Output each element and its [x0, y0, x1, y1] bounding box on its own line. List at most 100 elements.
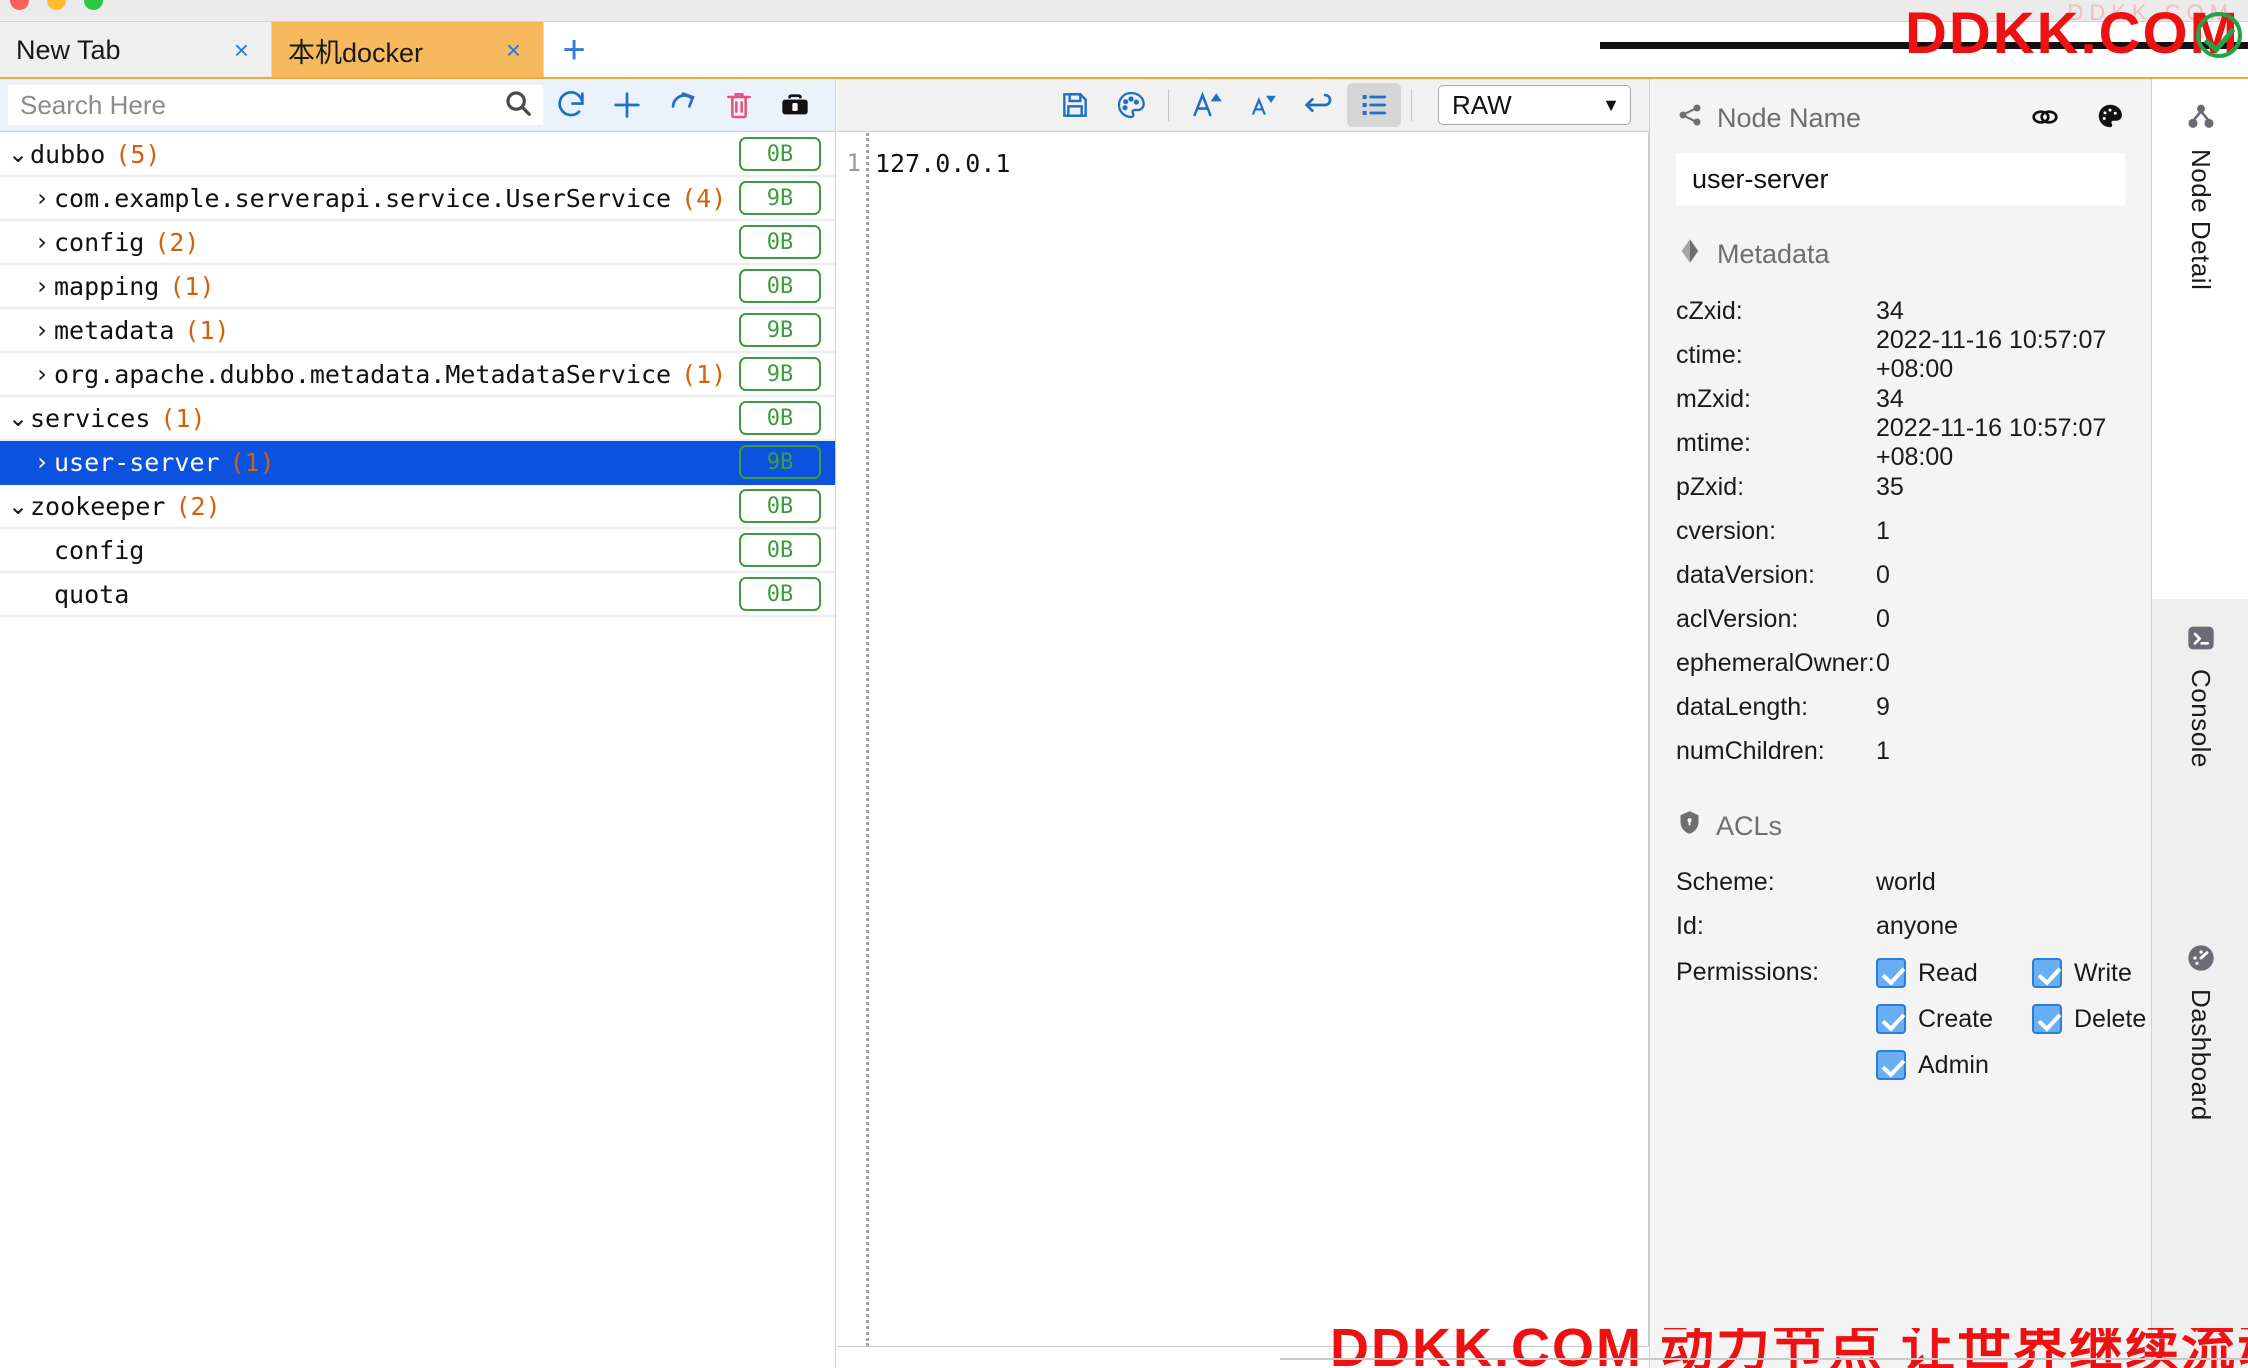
tree-toolbar	[0, 79, 835, 132]
size-badge: 9B	[739, 357, 821, 391]
tree-node-label: services	[30, 403, 151, 433]
chevron-right-icon[interactable]: ›	[30, 448, 54, 476]
redo-icon[interactable]	[655, 83, 711, 127]
link-icon[interactable]	[2029, 101, 2061, 138]
tree-row-selected[interactable]: › user-server (1) 9B	[0, 441, 835, 485]
line-number: 1	[846, 149, 861, 177]
side-tab-console[interactable]: Console	[2152, 599, 2248, 919]
checkbox-checked-icon[interactable]	[2032, 1004, 2062, 1034]
tree-row[interactable]: ⌄ zookeeper (2) 0B	[0, 485, 835, 529]
acl-row: Scheme: world	[1676, 860, 2125, 904]
format-select[interactable]: RAW ▼	[1438, 85, 1631, 125]
metadata-row: dataLength: 9	[1676, 685, 2125, 729]
shield-lock-icon	[1676, 809, 1703, 843]
tree-node-count: (2)	[154, 227, 200, 257]
checkbox-checked-icon[interactable]	[1876, 1004, 1906, 1034]
node-detail-actions	[2029, 101, 2125, 138]
metadata-row: aclVersion: 0	[1676, 597, 2125, 641]
tree-row[interactable]: › metadata (1) 9B	[0, 309, 835, 353]
toolbox-icon[interactable]	[767, 83, 823, 127]
tree-node-label: user-server	[54, 447, 220, 477]
checkbox-checked-icon[interactable]	[1876, 1050, 1906, 1080]
close-icon[interactable]: ×	[234, 35, 249, 66]
palette-icon[interactable]	[2095, 101, 2125, 138]
tree-row[interactable]: › com.example.serverapi.service.UserServ…	[0, 177, 835, 221]
new-tab-button[interactable]: +	[544, 22, 604, 78]
chevron-down-icon[interactable]: ⌄	[6, 404, 30, 432]
close-icon[interactable]: ×	[506, 35, 521, 66]
font-decrease-icon[interactable]	[1235, 83, 1289, 127]
tree-row[interactable]: ⌄ dubbo (5) 0B	[0, 133, 835, 177]
palette-icon[interactable]	[1104, 83, 1158, 127]
chevron-right-icon[interactable]: ›	[30, 316, 54, 344]
node-tree-icon	[2184, 101, 2218, 135]
refresh-icon[interactable]	[543, 83, 599, 127]
chevron-right-icon[interactable]: ›	[30, 184, 54, 212]
chevron-down-icon[interactable]: ⌄	[6, 140, 30, 168]
font-increase-icon[interactable]	[1179, 83, 1233, 127]
metadata-value: 0	[1876, 648, 1890, 677]
tree-row[interactable]: › mapping (1) 0B	[0, 265, 835, 309]
add-icon[interactable]	[599, 83, 655, 127]
tree-row[interactable]: › config (2) 0B	[0, 221, 835, 265]
editor-body[interactable]: 1 127.0.0.1	[837, 133, 1649, 1347]
tree-node-label: quota	[54, 579, 130, 609]
delete-icon[interactable]	[711, 83, 767, 127]
search-icon[interactable]	[503, 88, 533, 123]
size-badge: 0B	[739, 401, 821, 435]
permission-create[interactable]: Create	[1876, 998, 2026, 1040]
tree-row[interactable]: › quota 0B	[0, 573, 835, 617]
dashboard-icon	[2184, 941, 2218, 975]
side-tab-node-detail[interactable]: Node Detail	[2152, 79, 2248, 599]
metadata-row: numChildren: 1	[1676, 729, 2125, 773]
save-icon[interactable]	[1048, 83, 1102, 127]
wrap-line-icon[interactable]	[1291, 83, 1345, 127]
tree-node-count: (1)	[681, 359, 727, 389]
tab-local-docker[interactable]: 本机docker ×	[272, 22, 544, 78]
metadata-value: 0	[1876, 560, 1890, 589]
metadata-value: 9	[1876, 692, 1890, 721]
size-badge: 9B	[739, 181, 821, 215]
search-input[interactable]	[20, 89, 503, 121]
checkbox-checked-icon[interactable]	[1876, 958, 1906, 988]
tree-row[interactable]: › config 0B	[0, 529, 835, 573]
tab-new-tab[interactable]: New Tab ×	[0, 22, 272, 78]
metadata-value: 34	[1876, 384, 1904, 413]
search-box[interactable]	[8, 85, 543, 125]
permission-label: Delete	[2074, 1004, 2147, 1033]
node-name-input[interactable]	[1676, 153, 2125, 205]
tree-node-count: (1)	[229, 447, 275, 477]
chevron-right-icon[interactable]: ›	[30, 360, 54, 388]
side-tab-dashboard[interactable]: Dashboard	[2152, 919, 2248, 1299]
tree-row[interactable]: ⌄ services (1) 0B	[0, 397, 835, 441]
chevron-right-icon[interactable]: ›	[30, 272, 54, 300]
permission-label: Admin	[1918, 1050, 1989, 1079]
close-window-button[interactable]	[10, 0, 29, 10]
editor-panel: RAW ▼ 1 127.0.0.1	[837, 79, 1649, 1368]
format-select-value: RAW	[1452, 89, 1512, 120]
chevron-right-icon[interactable]: ›	[30, 228, 54, 256]
acl-value: anyone	[1876, 911, 1959, 940]
tree-row[interactable]: › org.apache.dubbo.metadata.MetadataServ…	[0, 353, 835, 397]
permission-label: Create	[1918, 1004, 1994, 1033]
maximize-window-button[interactable]	[84, 0, 103, 10]
tab-label: 本机docker	[288, 37, 424, 68]
console-icon	[2184, 621, 2218, 655]
permission-admin[interactable]: Admin	[1876, 1044, 2026, 1086]
format-list-icon[interactable]	[1347, 83, 1401, 127]
size-badge: 0B	[739, 137, 821, 171]
permission-read[interactable]: Read	[1876, 952, 2026, 994]
tree-node-label: org.apache.dubbo.metadata.MetadataServic…	[54, 359, 672, 389]
tree-node-count: (5)	[115, 139, 161, 169]
metadata-value: 0	[1876, 604, 1890, 633]
chevron-down-icon[interactable]: ⌄	[6, 492, 30, 520]
size-badge: 9B	[739, 313, 821, 347]
minimize-window-button[interactable]	[47, 0, 66, 10]
metadata-value: 35	[1876, 472, 1904, 501]
size-badge: 0B	[739, 533, 821, 567]
metadata-key: mtime:	[1676, 428, 1751, 457]
tree-node-count: (1)	[169, 271, 215, 301]
checkbox-checked-icon[interactable]	[2032, 958, 2062, 988]
toolbar-divider	[1411, 89, 1412, 121]
acl-value: world	[1876, 867, 1936, 896]
